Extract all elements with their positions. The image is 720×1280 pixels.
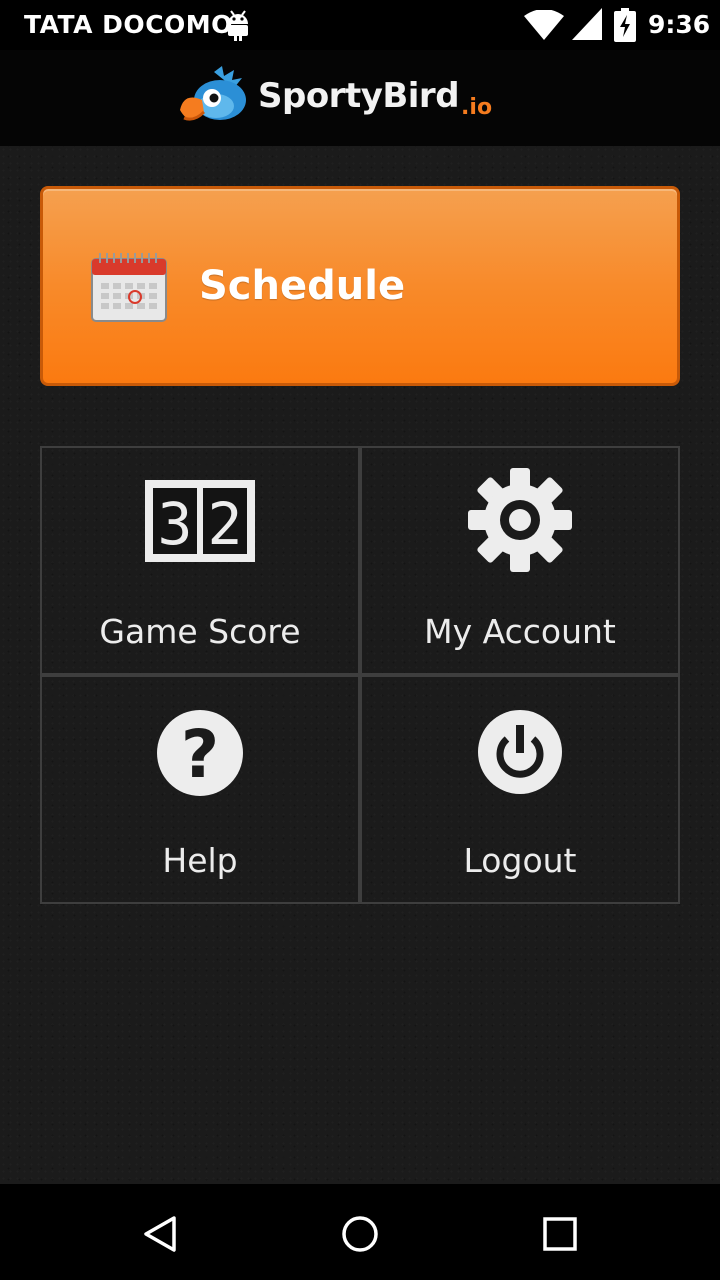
- svg-text:?: ?: [181, 716, 219, 793]
- help-icon: ?: [157, 710, 243, 796]
- help-label: Help: [162, 841, 238, 880]
- game-score-label: Game Score: [99, 612, 301, 651]
- back-icon[interactable]: [140, 1214, 180, 1254]
- logout-label: Logout: [463, 841, 577, 880]
- app-logo: SportyBird .io: [176, 66, 492, 130]
- wifi-icon: [524, 10, 564, 40]
- status-bar: TATA DOCOMO 9:36: [0, 0, 720, 50]
- scoreboard-icon: 3 2: [145, 480, 255, 562]
- my-account-label: My Account: [424, 612, 616, 651]
- menu-grid: 3 2 Game Score My Account ? Help Logout: [40, 446, 680, 904]
- score-right: 2: [208, 490, 243, 558]
- navigation-bar: [0, 1184, 720, 1280]
- schedule-button[interactable]: Schedule: [40, 186, 680, 386]
- home-icon[interactable]: [340, 1214, 380, 1254]
- app-header: SportyBird .io: [0, 50, 720, 146]
- gear-icon: [468, 468, 572, 572]
- sporty-bird-logo-icon: [180, 66, 246, 121]
- calendar-icon: [91, 253, 167, 322]
- score-left: 3: [158, 490, 193, 558]
- android-debug-icon: [228, 10, 248, 41]
- game-score-button[interactable]: 3 2 Game Score: [40, 446, 360, 675]
- battery-charging-icon: [614, 8, 636, 42]
- main-content: Schedule 3 2 Game Score My Account ? Hel…: [0, 146, 720, 1184]
- schedule-label: Schedule: [199, 263, 406, 309]
- signal-icon: [572, 8, 602, 40]
- logo-text: SportyBird: [258, 76, 460, 116]
- my-account-button[interactable]: My Account: [360, 446, 680, 675]
- logo-suffix: .io: [461, 94, 493, 120]
- carrier-name: TATA DOCOMO: [24, 10, 233, 39]
- logout-button[interactable]: Logout: [360, 675, 680, 904]
- help-button[interactable]: ? Help: [40, 675, 360, 904]
- status-clock: 9:36: [648, 10, 711, 39]
- recents-icon[interactable]: [540, 1214, 580, 1254]
- power-icon: [478, 710, 562, 794]
